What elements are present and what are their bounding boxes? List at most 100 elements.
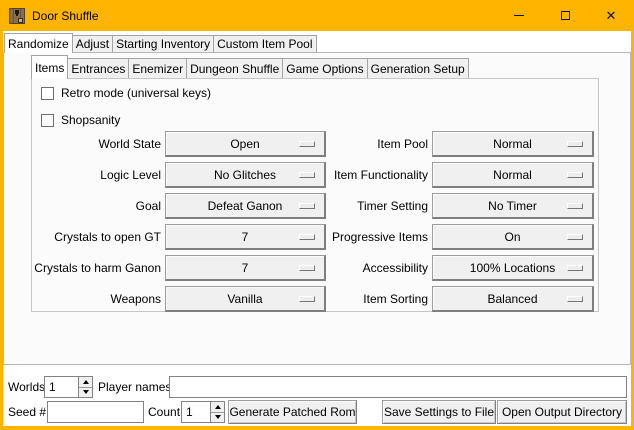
button-label: Generate Patched Rom [229,405,355,419]
dropdown-value: 100% Locations [470,261,555,275]
tab-label: Game Options [286,62,363,76]
arrow-up-icon [215,405,221,409]
dropdown-value: On [504,230,520,244]
crystals-open-gt-dropdown[interactable]: 7 [165,224,326,250]
minimize-button[interactable] [496,0,542,31]
weapons-dropdown[interactable]: Vanilla [165,286,326,312]
dropdown-indicator-icon [567,234,583,240]
shopsanity-checkbox[interactable]: Shopsanity [41,113,120,127]
generate-patched-rom-button[interactable]: Generate Patched Rom [228,400,357,424]
dropdown-value: 7 [242,230,249,244]
tab-label: Entrances [71,62,125,76]
dropdown-indicator-icon [567,203,583,209]
arrow-down-icon [83,390,89,394]
close-icon: ✕ [606,9,617,22]
spin-down-button[interactable] [79,388,92,398]
tab-game-options[interactable]: Game Options [282,58,367,78]
accessibility-label: Accessibility [321,261,428,276]
dropdown-indicator-icon [299,265,315,271]
button-label: Open Output Directory [502,405,622,419]
tab-label: Adjust [76,37,109,51]
item-pool-label: Item Pool [321,137,428,152]
tab-adjust[interactable]: Adjust [72,35,113,52]
tab-enemizer[interactable]: Enemizer [128,58,187,78]
save-settings-button[interactable]: Save Settings to File [382,400,496,424]
checkbox-icon [41,87,54,100]
dropdown-value: Normal [493,137,532,151]
close-button[interactable]: ✕ [588,0,634,31]
goal-label: Goal [28,199,161,214]
tab-label: Enemizer [132,62,183,76]
dropdown-value: Vanilla [227,292,262,306]
world-state-dropdown[interactable]: Open [165,131,326,157]
worlds-spinner[interactable]: 1 [44,376,93,398]
tab-custom-item-pool[interactable]: Custom Item Pool [213,35,316,52]
tab-generation-setup[interactable]: Generation Setup [367,58,469,78]
tab-randomize[interactable]: Randomize [4,33,73,53]
dropdown-value: No Glitches [214,168,276,182]
player-names-input[interactable] [169,376,627,398]
crystals-open-gt-label: Crystals to open GT [28,230,161,245]
accessibility-dropdown[interactable]: 100% Locations [432,255,594,281]
dropdown-indicator-icon [299,172,315,178]
crystals-harm-ganon-label: Crystals to harm Ganon [28,261,161,276]
tab-dungeon-shuffle[interactable]: Dungeon Shuffle [186,58,283,78]
worlds-label: Worlds [8,380,45,395]
minimize-icon [514,15,524,16]
maximize-icon [561,11,570,20]
spinner-value: 1 [45,377,78,397]
dropdown-value: Balanced [487,292,537,306]
timer-setting-dropdown[interactable]: No Timer [432,193,594,219]
dropdown-value: 7 [242,261,249,275]
window-title: Door Shuffle [32,9,99,23]
arrow-down-icon [215,415,221,419]
dropdown-value: No Timer [488,199,537,213]
retro-mode-checkbox[interactable]: Retro mode (universal keys) [41,86,211,100]
progressive-items-label: Progressive Items [321,230,428,245]
count-spinner[interactable]: 1 [181,401,225,423]
dropdown-indicator-icon [567,296,583,302]
seed-input[interactable] [47,401,144,423]
count-label: Count [148,405,180,420]
item-functionality-dropdown[interactable]: Normal [432,162,594,188]
spinner-arrows [78,377,92,397]
item-sorting-dropdown[interactable]: Balanced [432,286,594,312]
progressive-items-dropdown[interactable]: On [432,224,594,250]
player-names-label: Player names [98,380,171,395]
checkbox-icon [41,114,54,127]
arrow-up-icon [83,380,89,384]
item-pool-dropdown[interactable]: Normal [432,131,594,157]
spin-down-button[interactable] [211,413,224,423]
button-label: Save Settings to File [384,405,494,419]
timer-setting-label: Timer Setting [321,199,428,214]
tab-items[interactable]: Items [31,55,68,79]
checkbox-label: Shopsanity [61,113,120,127]
window-controls: ✕ [496,0,634,31]
seed-label: Seed # [8,405,46,420]
dropdown-indicator-icon [299,234,315,240]
dropdown-indicator-icon [299,141,315,147]
tab-starting-inventory[interactable]: Starting Inventory [112,35,214,52]
weapons-label: Weapons [28,292,161,307]
logic-level-label: Logic Level [28,168,161,183]
dropdown-value: Open [230,137,259,151]
spinner-arrows [210,402,224,422]
maximize-button[interactable] [542,0,588,31]
spin-up-button[interactable] [79,377,92,388]
main-tab-bar: Randomize Adjust Starting Inventory Cust… [4,33,317,52]
tab-label: Starting Inventory [116,37,210,51]
logic-level-dropdown[interactable]: No Glitches [165,162,326,188]
window-body: Randomize Adjust Starting Inventory Cust… [3,31,631,426]
tab-entrances[interactable]: Entrances [67,58,129,78]
world-state-label: World State [28,137,161,152]
tab-label: Custom Item Pool [217,37,312,51]
dropdown-indicator-icon [299,203,315,209]
spin-up-button[interactable] [211,402,224,413]
dropdown-value: Normal [493,168,532,182]
door-app-icon [9,8,25,24]
open-output-directory-button[interactable]: Open Output Directory [497,400,627,424]
item-sorting-label: Item Sorting [321,292,428,307]
goal-dropdown[interactable]: Defeat Ganon [165,193,326,219]
tab-label: Dungeon Shuffle [190,62,279,76]
crystals-harm-ganon-dropdown[interactable]: 7 [165,255,326,281]
